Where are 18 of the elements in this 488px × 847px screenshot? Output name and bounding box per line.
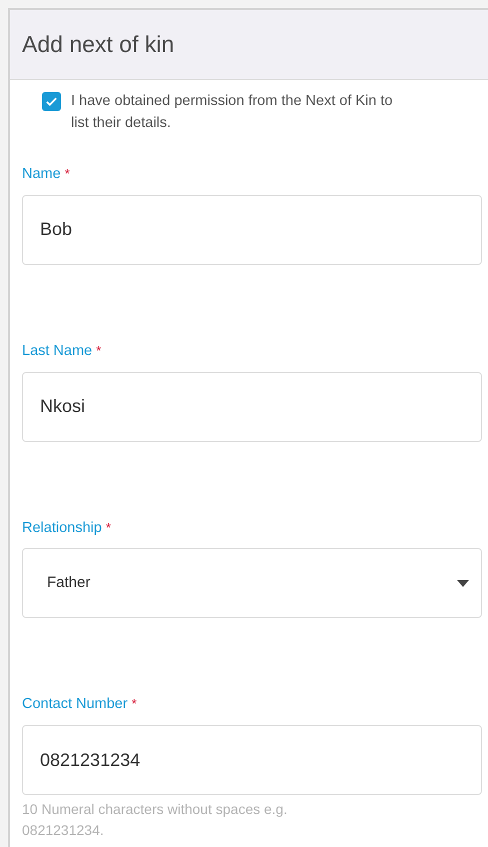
text-input-field[interactable]: 0821231234: [22, 725, 482, 795]
required-mark: *: [96, 342, 102, 360]
field-label: Contact Number: [22, 695, 128, 714]
field-hint: 10 Numeral characters without spaces e.g. 0821231234.: [22, 800, 288, 840]
dropdown-caret-icon: [457, 580, 469, 587]
field-label: Name: [22, 165, 61, 184]
text-input-field[interactable]: Bob: [22, 194, 482, 265]
required-mark: *: [106, 518, 111, 536]
required-mark: *: [64, 165, 70, 183]
field-label: Last Name: [22, 342, 92, 361]
required-mark: *: [132, 695, 137, 714]
relationship-select[interactable]: Father: [22, 548, 482, 618]
dialog-title: Add next of kin: [22, 30, 174, 60]
text-input-field[interactable]: Nkosi: [22, 372, 482, 442]
consent-text: I have obtained permission from the Next of Kin to list their details.: [71, 92, 394, 133]
consent-checkbox[interactable]: [42, 92, 61, 111]
check-icon: [45, 95, 58, 108]
field-label: Relationship: [22, 518, 102, 538]
